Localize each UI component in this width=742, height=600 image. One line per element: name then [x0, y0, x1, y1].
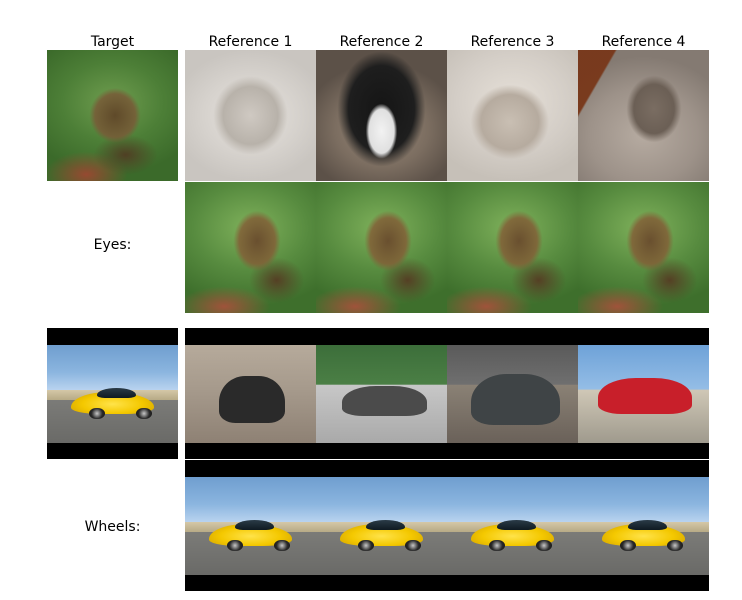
wheels-result-4-image: [578, 477, 709, 575]
car-reference-3-image: [447, 345, 578, 443]
eyes-result-4-image: [578, 182, 709, 313]
wheel: [226, 539, 243, 552]
car-window: [496, 520, 537, 530]
wheel: [619, 539, 636, 552]
car-window: [365, 520, 406, 530]
wheel: [357, 539, 374, 552]
wheels-result-1-image: [185, 477, 316, 575]
red-car: [597, 378, 692, 414]
car-target-frame: [47, 328, 178, 459]
gray-sedan: [342, 386, 428, 416]
cat-reference-3-image: [447, 50, 578, 181]
row-label-eyes: Eyes:: [93, 237, 132, 253]
car-window: [627, 520, 668, 530]
sky: [447, 477, 578, 523]
car-reference-2-image: [316, 345, 447, 443]
sky: [316, 477, 447, 523]
car-reference-1-image: [185, 345, 316, 443]
gray-car: [470, 374, 560, 426]
eyes-result-3-image: [447, 182, 578, 313]
sky: [578, 477, 709, 523]
dark-suv: [219, 376, 285, 424]
eyes-result-1-image: [185, 182, 316, 313]
car-window: [234, 520, 275, 530]
row-label-wheels: Wheels:: [84, 519, 141, 535]
cat-reference-2-image: [316, 50, 447, 181]
wheel: [488, 539, 505, 552]
sky: [47, 345, 178, 391]
eyes-result-2-image: [316, 182, 447, 313]
car-reference-4-image: [578, 345, 709, 443]
sky: [185, 477, 316, 523]
wheel: [88, 407, 105, 420]
wheels-result-3-image: [447, 477, 578, 575]
cat-target-image: [47, 50, 178, 181]
wheels-result-strip: [185, 460, 709, 591]
cat-reference-1-image: [185, 50, 316, 181]
car-target-image: [47, 345, 178, 443]
car-window: [96, 388, 137, 398]
cat-reference-4-image: [578, 50, 709, 181]
car-reference-strip: [185, 328, 709, 459]
wheels-result-2-image: [316, 477, 447, 575]
